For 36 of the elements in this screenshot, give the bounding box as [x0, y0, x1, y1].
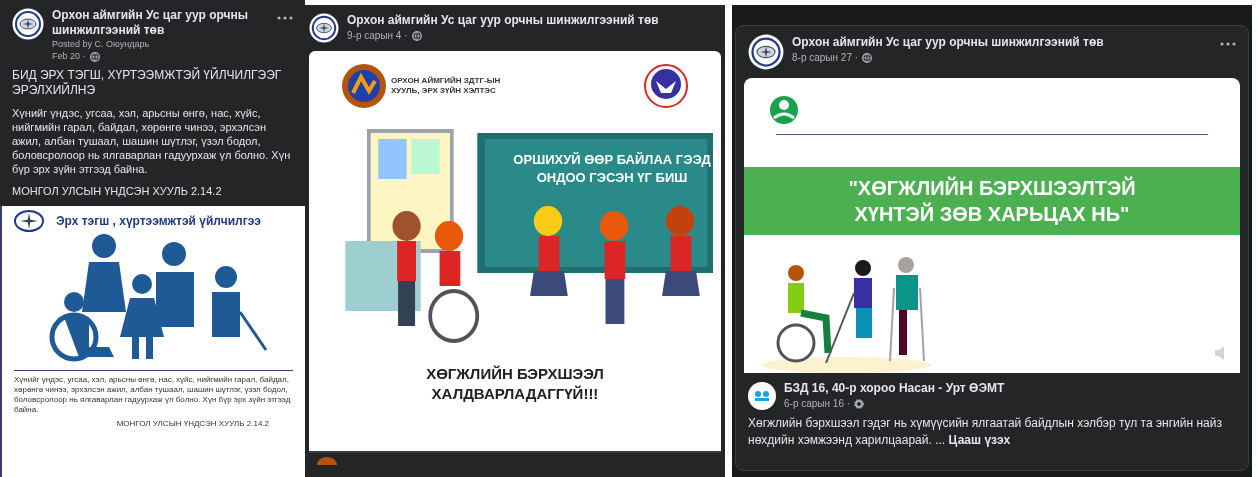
emblem-icon: [341, 63, 387, 109]
post-date[interactable]: Feb 20 ·: [52, 50, 86, 64]
page-name[interactable]: Орхон аймгийн Ус цаг уур орчны шинжилгээний төв: [347, 13, 659, 28]
shared-author[interactable]: БЗД 16, 40-р хороо Насан - Урт ӨЭМТ: [784, 381, 1005, 396]
globe-icon: [411, 30, 422, 41]
see-more-link[interactable]: Цааш үзэх: [948, 433, 1011, 447]
org-name-line: ХУУЛЬ, ЭРХ ЗҮЙН ХЭЛТЭС: [391, 86, 497, 96]
shared-date[interactable]: 6-р сарын 16 ·: [784, 396, 851, 411]
page-avatar-icon[interactable]: [12, 8, 44, 40]
page-avatar-icon[interactable]: [748, 382, 776, 410]
globe-icon: [89, 51, 100, 62]
page-name[interactable]: Орхон аймгийн Ус цаг уур орчны шинжилгээний төв: [792, 34, 1212, 50]
page-avatar-icon[interactable]: [748, 34, 784, 70]
emblem-icon: [14, 209, 44, 232]
post-date[interactable]: 9-р сарын 4 ·: [347, 28, 408, 43]
gear-icon: [854, 398, 865, 409]
more-options-icon[interactable]: [277, 16, 293, 20]
police-emblem-icon: [643, 63, 689, 109]
board-text: ОРШИХУЙ ӨӨР БАЙЛАА ГЭЭД ОНДОО ГЭСЭН ҮГ БИШ: [512, 151, 712, 187]
post-text: Хүнийг үндэс, угсаа, хэл, арьсны өнгө, нас, хүйс, нийгмийн гарал, байдал, хөрөнгө чинээ, эрхэлсэн ажил, албан тушаал, шашин шүтлэг, үзэл бодол, боловсролоор нь ялгаварлан гадуурхаж үл болно. Хүн бүр эрх зүйн этгээд байна.: [12, 105, 292, 176]
more-options-icon[interactable]: [1220, 42, 1236, 46]
post-footer-text: МОНГОЛ УЛСЫН ҮНДСЭН ХУУЛЬ 2.14.2: [12, 183, 223, 198]
post-heading: БИД ЭРХ ТЭГШ, ХҮРТЭЭМЖТЭЙ ҮЙЛЧИЛГЭЭГ ЭРЭЛХИЙЛНЭ: [12, 67, 283, 98]
posted-by: Posted by С. Оюундарь: [52, 38, 151, 50]
page-avatar-icon[interactable]: [309, 13, 339, 43]
poster-source: МОНГОЛ УЛСЫН ҮНДСЭН ХУУЛЬ 2.14.2: [115, 418, 270, 429]
organization-logo-icon: [768, 94, 800, 126]
org-name-line: ОРХОН АЙМГИЙН ЗДТГ-ЫН: [391, 76, 501, 86]
video-banner: "ХӨГЖЛИЙН БЭРХШЭЭЛТЭЙ ХҮНТЭЙ ЗӨВ ХАРЬЦАХ НЬ": [744, 167, 1240, 235]
page-name[interactable]: Орхон аймгийн Ус цаг уур орчны шинжилгээний төв: [52, 8, 269, 38]
poster-title: Эрх тэгш , хүртээмжтэй үйлчилгээ: [56, 212, 261, 230]
poster-caption: Хүнийг үндэс, угсаа, хэл, арьсны өнгө, нас, хүйс, нийгмийн гарал, байдал, хөрөнгө чинээ, эрхэлсэн ажил, албан тушаал, шашин шүтлэг, үзэл бодол, боловсролоор нь ялгаварлан гадуурхаж үл болно. Хүн бүр эрх зүйн этгээд байна.: [14, 369, 293, 415]
shared-post-text: Хөгжлийн бэрхшээл гэдэг нь хүмүүсийн ялгаатай байдлын хэлбэр тул та энгийн найз нөхдийн хэмжээнд харилцаарай. ... Цааш үзэх: [748, 415, 1223, 449]
poster-slogan: ХӨГЖЛИЙН БЭРХШЭЭЛ ХАЛДВАРЛАДАГГҮЙ!!!: [425, 364, 605, 404]
globe-icon: [862, 52, 873, 63]
post-date[interactable]: 8-р сарын 27 ·: [792, 50, 859, 65]
